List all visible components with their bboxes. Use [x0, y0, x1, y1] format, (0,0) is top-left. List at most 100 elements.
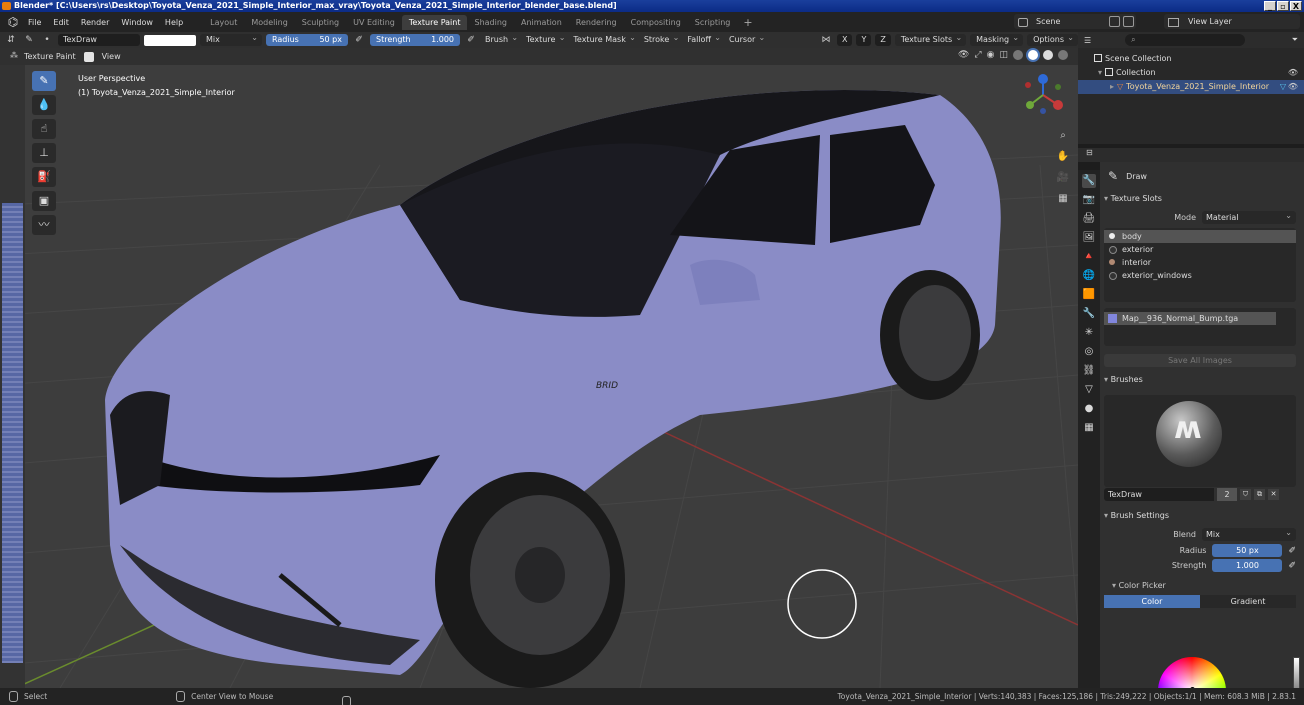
camera-icon[interactable]: 🎥 — [1056, 171, 1070, 185]
tab-scripting[interactable]: Scripting — [688, 15, 738, 30]
modifier-tab-icon[interactable]: 🔧 — [1082, 307, 1096, 321]
tab-uv-editing[interactable]: UV Editing — [346, 15, 402, 30]
output-tab-icon[interactable]: 🖨 — [1082, 212, 1096, 226]
menu-edit[interactable]: Edit — [47, 18, 75, 27]
particles-tab-icon[interactable]: ✳ — [1082, 326, 1096, 340]
close-button[interactable]: X — [1290, 1, 1302, 11]
image-slot-item[interactable]: Map__936_Normal_Bump.tga — [1104, 312, 1276, 325]
paint-mask-toggle[interactable] — [83, 51, 94, 62]
color-picker-subpanel-title[interactable]: Color Picker — [1100, 577, 1304, 595]
radius-pressure-icon[interactable]: ✐ — [1288, 546, 1296, 556]
strength-slider[interactable]: Strength 1.000 — [370, 34, 460, 46]
brushes-panel-title[interactable]: Brushes — [1100, 371, 1304, 389]
tab-compositing[interactable]: Compositing — [624, 15, 688, 30]
blend-dropdown[interactable]: Mix — [1202, 526, 1296, 541]
menu-render[interactable]: Render — [75, 18, 115, 27]
texture-mask-menu[interactable]: Texture Mask — [570, 32, 636, 46]
filter-icon[interactable]: ⏷ — [1292, 35, 1298, 45]
menu-window[interactable]: Window — [115, 18, 159, 27]
texture-menu[interactable]: Texture — [523, 32, 566, 46]
expand-triangle-icon[interactable]: ▾ — [1098, 68, 1102, 77]
tab-texture-paint[interactable]: Texture Paint — [401, 14, 468, 30]
editor-type-icon[interactable]: ⇵ — [4, 34, 18, 46]
data-tab-icon[interactable]: ▽ — [1082, 383, 1096, 397]
visibility-eye-icon[interactable]: 👁 — [1288, 66, 1298, 80]
mask-tool-icon[interactable]: ▣ — [32, 191, 56, 211]
texture-tab-icon[interactable]: ▦ — [1082, 421, 1096, 435]
zoom-icon[interactable]: ⌕ — [1056, 129, 1070, 143]
brush-menu[interactable]: Brush — [482, 32, 519, 46]
tab-sculpting[interactable]: Sculpting — [295, 15, 346, 30]
material-tab-icon[interactable]: ● — [1082, 402, 1096, 416]
tab-layout[interactable]: Layout — [203, 15, 244, 30]
texture-slots-dropdown[interactable]: Texture Slots — [894, 32, 967, 46]
radius-slider[interactable]: 50 px — [1212, 544, 1283, 557]
remove-scene-icon[interactable] — [1123, 16, 1134, 27]
mirror-z-toggle[interactable]: Z — [875, 34, 891, 46]
fake-user-shield-icon[interactable]: ⛉ — [1240, 488, 1251, 500]
blender-logo-icon[interactable]: ⌬ — [4, 13, 22, 31]
outliner-object-row[interactable]: ▸ ▽ Toyota_Venza_2021_Simple_Interior ▽ 👁 — [1078, 80, 1304, 94]
outliner-collection[interactable]: ▾ Collection 👁 — [1078, 66, 1304, 80]
3d-viewport[interactable]: BRID ✎ 💧 ☝ ⊥ ⛽ ▣ 〰 User Perspective (1) … — [0, 65, 1078, 688]
strength-pressure-icon[interactable]: ✐ — [464, 34, 478, 46]
brush-user-count[interactable]: 2 — [1217, 487, 1237, 501]
mirror-x-toggle[interactable]: X — [836, 34, 853, 46]
solid-shading-icon[interactable] — [1028, 50, 1038, 60]
gizmo-icon[interactable]: ⤢ — [974, 50, 981, 60]
view-menu[interactable]: View — [102, 52, 121, 61]
annotate-tool-icon[interactable]: 〰 — [32, 215, 56, 235]
brush-name-field[interactable]: TexDraw — [1104, 487, 1214, 501]
save-all-images-button[interactable]: Save All Images — [1104, 354, 1296, 367]
add-workspace-button[interactable]: + — [737, 16, 758, 29]
outliner-scene-collection[interactable]: Scene Collection — [1078, 52, 1304, 66]
view-layer-selector[interactable]: View Layer — [1164, 14, 1300, 29]
view-layer-tab-icon[interactable]: 🖼 — [1082, 231, 1096, 245]
strength-pressure-icon[interactable]: ✐ — [1288, 561, 1296, 571]
smear-tool-icon[interactable]: ☝ — [32, 119, 56, 139]
brush-settings-panel-title[interactable]: Brush Settings — [1100, 507, 1304, 525]
visibility-icon[interactable]: 👁 — [958, 50, 969, 60]
slot-body[interactable]: body — [1104, 230, 1296, 243]
material-shading-icon[interactable] — [1043, 50, 1053, 60]
texture-slots-panel-title[interactable]: Texture Slots — [1100, 190, 1304, 208]
tab-animation[interactable]: Animation — [514, 15, 569, 30]
scene-selector[interactable]: Scene — [1014, 14, 1136, 29]
mode-dropdown[interactable]: Material — [1202, 209, 1296, 224]
menu-help[interactable]: Help — [159, 18, 189, 27]
strength-slider[interactable]: 1.000 — [1212, 559, 1283, 572]
cursor-menu[interactable]: Cursor — [726, 32, 766, 46]
outliner-search-input[interactable]: ⌕ — [1125, 34, 1246, 46]
mesh-data-icon[interactable]: ▽ — [1280, 80, 1286, 94]
minimize-button[interactable]: _ — [1264, 1, 1276, 11]
brush-preview-box[interactable] — [1104, 395, 1296, 487]
duplicate-brush-icon[interactable]: ⧉ — [1254, 488, 1265, 500]
slot-exterior[interactable]: exterior — [1104, 243, 1296, 256]
tab-color[interactable]: Color — [1104, 595, 1200, 608]
soften-tool-icon[interactable]: 💧 — [32, 95, 56, 115]
color-wheel[interactable] — [1158, 657, 1226, 688]
tab-gradient[interactable]: Gradient — [1200, 595, 1296, 608]
maximize-button[interactable]: ▫ — [1277, 1, 1289, 11]
radius-slider[interactable]: Radius 50 px — [266, 34, 348, 46]
radius-pressure-icon[interactable]: ✐ — [352, 34, 366, 46]
mode-dropdown[interactable]: Texture Paint — [10, 51, 76, 61]
brush-icon[interactable]: ✎ — [22, 34, 36, 46]
rendered-shading-icon[interactable] — [1058, 50, 1068, 60]
tab-shading[interactable]: Shading — [467, 15, 514, 30]
overlay-icon[interactable]: ◉ — [987, 50, 995, 60]
tool-tab-icon[interactable]: 🔧 — [1082, 174, 1096, 188]
render-tab-icon[interactable]: 📷 — [1082, 193, 1096, 207]
slot-interior[interactable]: interior — [1104, 256, 1296, 269]
slot-exterior-windows[interactable]: exterior_windows — [1104, 269, 1296, 282]
draw-tool-icon[interactable]: ✎ — [32, 71, 56, 91]
masking-dropdown[interactable]: Masking — [970, 32, 1024, 46]
viewport-scene[interactable]: BRID — [0, 65, 1078, 688]
symmetry-icon[interactable]: ⋈ — [819, 34, 833, 46]
value-slider[interactable] — [1293, 657, 1300, 688]
scene-tab-icon[interactable]: 🔺 — [1082, 250, 1096, 264]
tab-rendering[interactable]: Rendering — [569, 15, 624, 30]
wireframe-shading-icon[interactable] — [1013, 50, 1023, 60]
brush-color-swatch[interactable] — [144, 34, 196, 46]
outliner-editor-icon[interactable]: ☰ — [1084, 36, 1091, 45]
